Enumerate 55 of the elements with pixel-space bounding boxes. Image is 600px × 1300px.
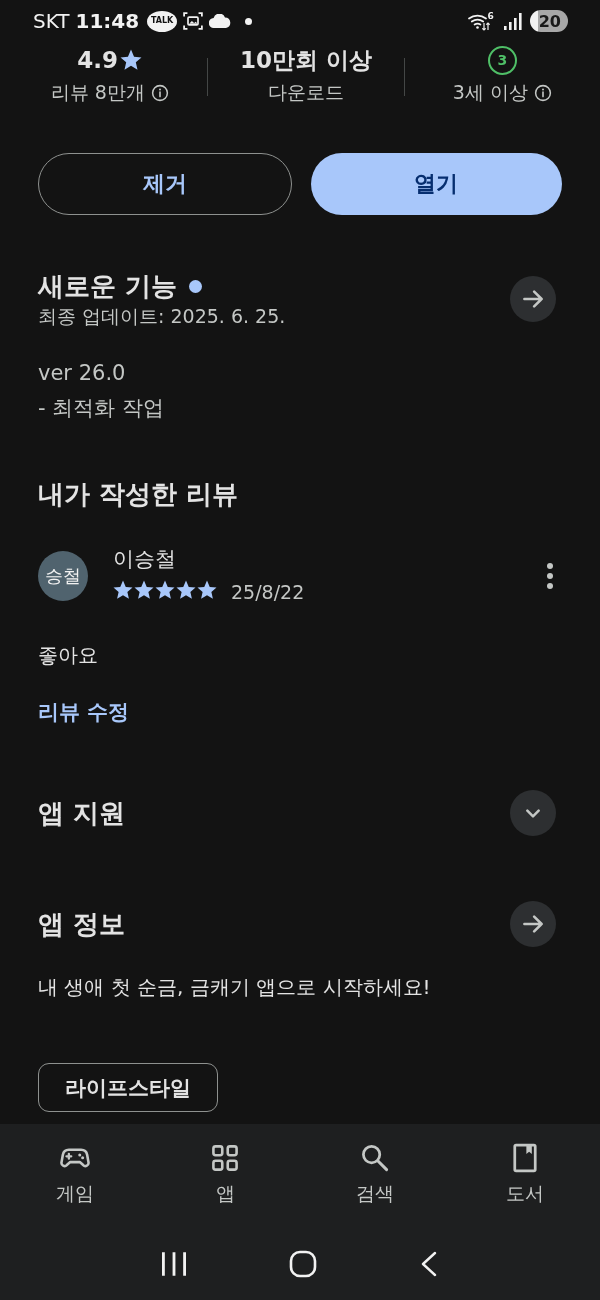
info-icon[interactable] (150, 84, 169, 102)
star-icon (113, 579, 133, 600)
next-button[interactable] (510, 901, 556, 947)
section-title: 새로운 기능 (38, 270, 178, 303)
next-button[interactable] (510, 276, 556, 322)
star-icon (197, 579, 217, 600)
nav-tab[interactable]: 검색 (345, 1124, 405, 1235)
search-icon (360, 1143, 390, 1173)
wifi-standard-label: 6 (487, 11, 494, 21)
star-icon (176, 579, 196, 600)
home-icon[interactable] (289, 1249, 317, 1278)
review-text: 좋아요 (38, 642, 98, 669)
arrow-right-icon (523, 290, 543, 308)
apps-grid-icon (210, 1143, 240, 1173)
signal-icon (503, 12, 522, 30)
edit-review-link[interactable]: 리뷰 수정 (38, 697, 130, 727)
screenshot-icon (183, 11, 204, 31)
open-button[interactable]: 열기 (310, 153, 562, 215)
info-icon[interactable] (533, 84, 552, 102)
section-title: 앱 지원 (38, 798, 126, 828)
book-icon (510, 1143, 540, 1173)
reviewer-name: 이승철 (113, 546, 176, 573)
clock-time: 11:48 (75, 9, 140, 33)
nav-tab[interactable]: 게임 (45, 1124, 105, 1235)
notification-dot-icon (245, 17, 253, 25)
chat-app-badge: TALK (147, 10, 178, 32)
section-title: 내가 작성한 리뷰 (38, 479, 239, 509)
section-title: 앱 정보 (38, 909, 126, 939)
avatar: 승철 (38, 550, 88, 601)
release-note-line: ver 26.0 (38, 360, 126, 387)
nav-tab[interactable]: 앱 (195, 1124, 255, 1235)
cloud-icon (209, 14, 232, 28)
age-rating-badge: 3 (487, 45, 517, 75)
nav-tab[interactable]: 도서 (495, 1124, 555, 1235)
expand-button[interactable] (510, 790, 556, 836)
carrier-name: SKT (33, 9, 70, 33)
category-chip[interactable]: 라이프스타일 (38, 1063, 218, 1112)
review-date: 25/8/22 (231, 579, 305, 603)
star-icon (155, 579, 175, 600)
star-icon (134, 579, 154, 600)
rating-value: 4.9 (77, 47, 119, 73)
recent-apps-icon[interactable] (161, 1251, 186, 1276)
back-icon[interactable] (420, 1250, 439, 1277)
more-options-icon[interactable] (544, 561, 556, 590)
release-note-line: - 최적화 작업 (38, 395, 164, 422)
battery-indicator: 20 (529, 10, 568, 32)
stat-label: 다운로드 (268, 80, 344, 105)
stat-label: 리뷰 8만개 (50, 80, 145, 105)
stat-value: 10만회 이상 (240, 45, 372, 75)
chevron-down-icon (526, 808, 540, 818)
stat-label: 3세 이상 (452, 80, 528, 105)
last-updated-text: 최종 업데이트: 2025. 6. 25. (38, 304, 286, 329)
app-description: 내 생애 첫 순금, 금캐기 앱으로 시작하세요! (38, 974, 431, 1001)
arrow-right-icon (523, 915, 543, 933)
star-icon (120, 49, 143, 71)
